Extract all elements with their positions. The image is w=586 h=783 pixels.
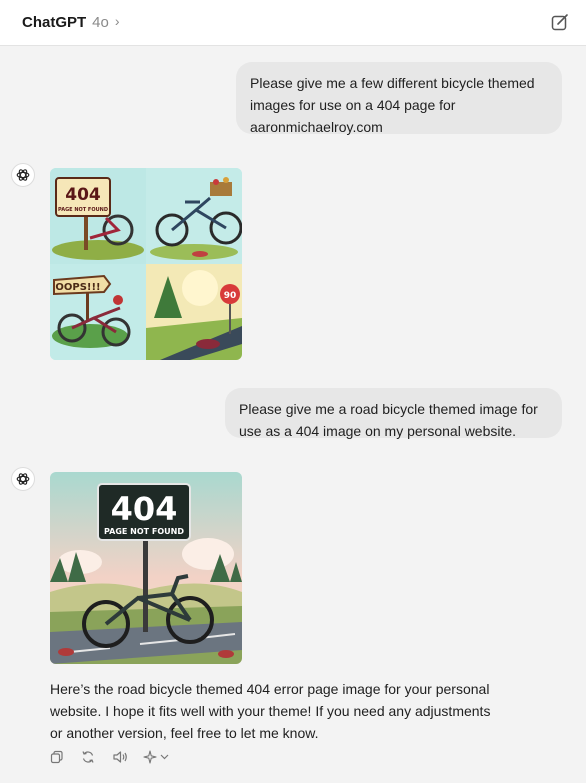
assistant-message: Here’s the road bicycle themed 404 error… (50, 678, 550, 744)
top-bar: ChatGPT 4o › (0, 0, 586, 46)
copy-icon[interactable] (50, 749, 66, 765)
app-name: ChatGPT (22, 14, 87, 31)
panel-sign-title: 404 (65, 185, 101, 205)
collage-panel-road: 90 (146, 264, 242, 360)
message-actions (50, 748, 171, 766)
collage-panel-oops: OOPS!!! (50, 264, 146, 360)
assistant-avatar (11, 467, 35, 491)
model-name: 4o (92, 14, 109, 31)
user-message: Please give me a few different bicycle t… (236, 62, 562, 135)
sign-subtitle: PAGE NOT FOUND (104, 527, 184, 536)
message-line: Here’s the road bicycle themed 404 error… (50, 681, 490, 697)
message-line: images for use on a 404 page for (250, 97, 456, 113)
collage-panel-bicycle (146, 168, 242, 264)
model-switcher[interactable]: ChatGPT 4o › (22, 13, 120, 31)
assistant-avatar (11, 163, 35, 187)
collage-panel-404: 404 PAGE NOT FOUND (50, 168, 146, 264)
openai-logo-icon (16, 169, 30, 181)
generated-image-collage[interactable]: 404 PAGE NOT FOUND OOPS!!! 90 (50, 168, 242, 360)
regenerate-icon[interactable] (81, 749, 97, 765)
message-line: aaronmichaelroy.com (250, 119, 383, 135)
generated-image-road-bicycle[interactable]: 404 PAGE NOT FOUND (50, 472, 242, 664)
model-sparkle-icon[interactable] (143, 749, 171, 765)
message-line: use as a 404 image on my personal websit… (239, 423, 517, 439)
message-line: website. I hope it fits well with your t… (50, 703, 491, 719)
chevron-right-icon: › (114, 13, 120, 29)
panel-sign-title: OOPS!!! (55, 282, 100, 293)
message-line: or another version, feel free to let me … (50, 725, 319, 741)
message-line: Please give me a few different bicycle t… (250, 75, 535, 91)
panel-sign-title: 90 (224, 291, 237, 301)
read-aloud-icon[interactable] (112, 749, 128, 765)
chat-window: ChatGPT 4o › Please give me a few differ… (0, 0, 586, 783)
message-line: Please give me a road bicycle themed ima… (239, 401, 538, 417)
user-message: Please give me a road bicycle themed ima… (225, 388, 562, 439)
sign-title: 404 (111, 490, 178, 528)
compose-icon[interactable] (550, 12, 570, 32)
openai-logo-icon (16, 473, 30, 485)
panel-sign-subtitle: PAGE NOT FOUND (58, 207, 108, 213)
